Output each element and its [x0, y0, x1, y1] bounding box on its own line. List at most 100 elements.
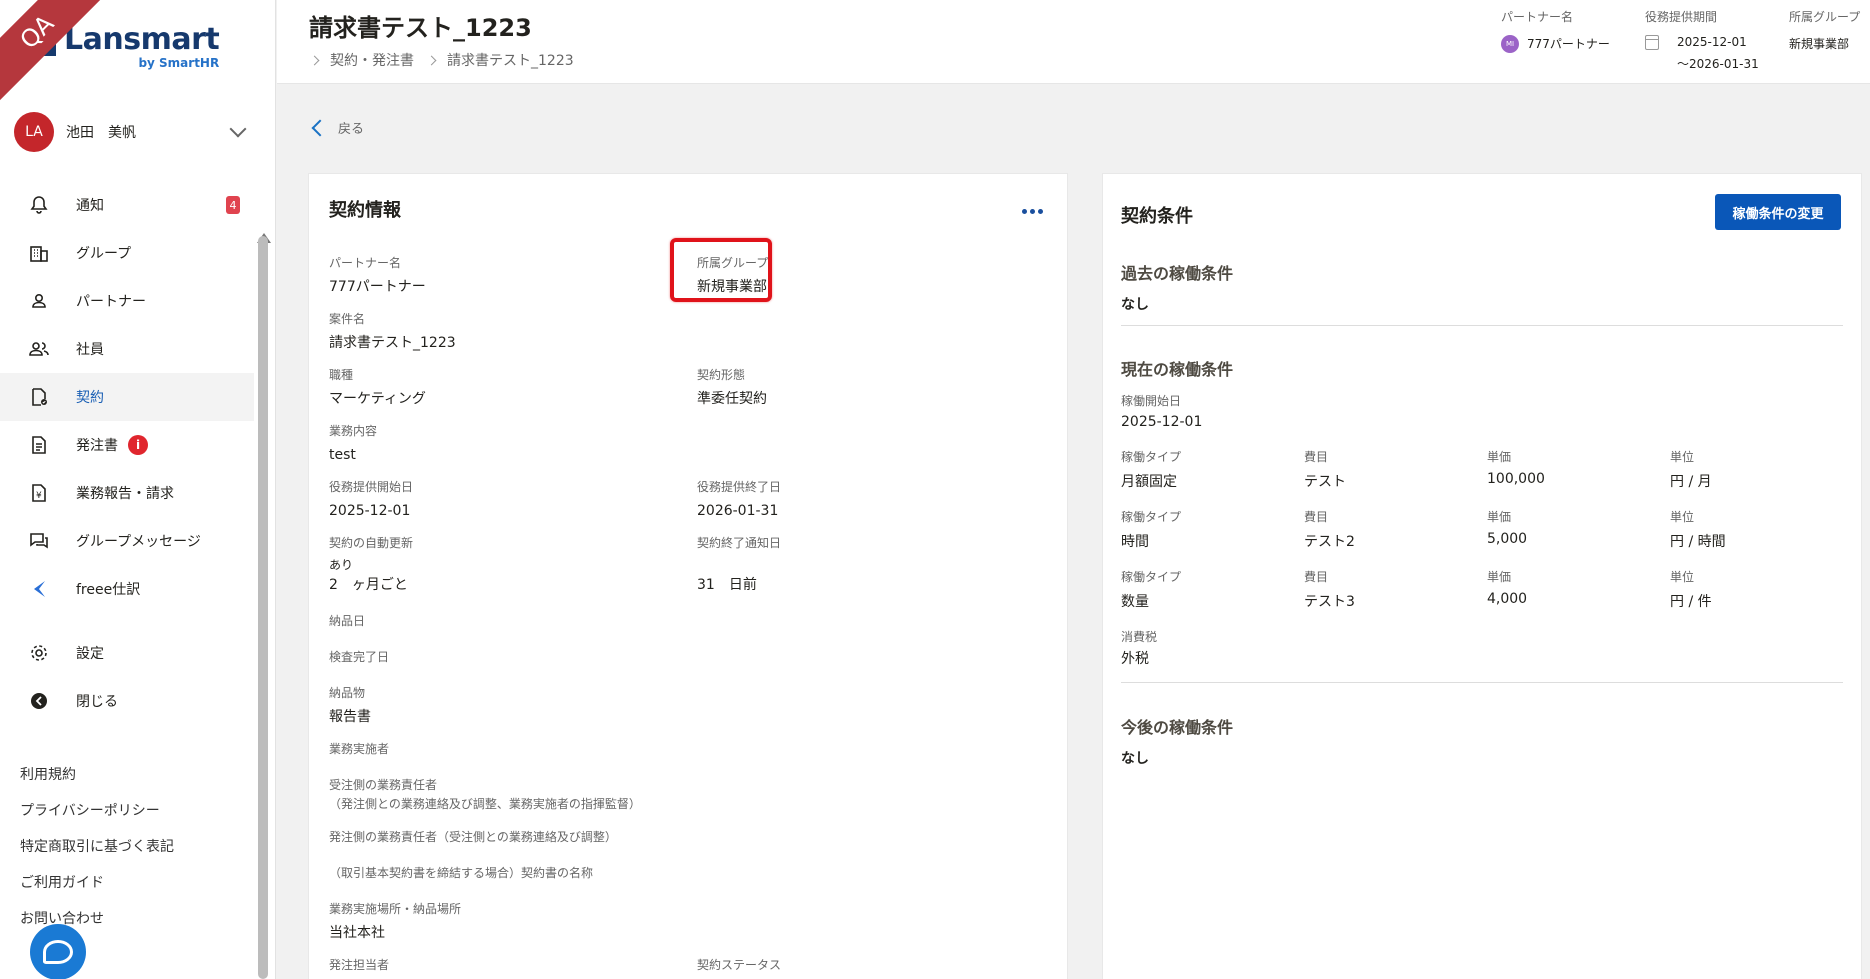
col-label-price: 単価 [1487, 510, 1512, 524]
header-group-value: 新規事業部 [1789, 37, 1850, 51]
footer-links: 利用規約 プライバシーポリシー 特定商取引に基づく表記 ご利用ガイド お問い合わ… [20, 762, 174, 942]
field-label: 職種 [329, 368, 354, 382]
field-value: 報告書 [329, 709, 371, 725]
header-group: 所属グループ 新規事業部 [1789, 8, 1860, 52]
field-label: 業務実施場所・納品場所 [329, 902, 462, 916]
info-alert-icon: i [128, 435, 148, 455]
contract-document-icon [28, 386, 50, 408]
col-label-price: 単価 [1487, 570, 1512, 584]
card-title: 契約条件 [1121, 206, 1193, 227]
gear-icon [28, 642, 50, 664]
field-label: 契約ステータス [697, 958, 782, 972]
footer-link-terms[interactable]: 利用規約 [20, 762, 174, 798]
more-options-icon[interactable] [1022, 209, 1043, 214]
field-label: 検査完了日 [329, 650, 390, 664]
sidebar-item-settings[interactable]: 設定 [0, 629, 254, 677]
header-period: 役務提供期間 2025-12-01 〜2026-01-31 [1645, 8, 1759, 72]
field-label: 発注担当者 [329, 958, 390, 972]
header-period-label: 役務提供期間 [1645, 10, 1718, 24]
col-label-item: 費目 [1304, 510, 1329, 524]
sidebar-item-groups[interactable]: グループ [0, 229, 254, 277]
field-partner-name: パートナー名 777パートナー [329, 254, 426, 295]
header-period-end: 〜2026-01-31 [1677, 57, 1759, 71]
breadcrumb: 契約・発注書 請求書テスト_1223 [309, 50, 588, 70]
col-label-type: 稼働タイプ [1121, 570, 1182, 584]
field-order-owner: 発注担当者 [329, 956, 389, 973]
row-type: 月額固定 [1121, 474, 1177, 490]
sidebar-item-contracts[interactable]: 契約 [0, 373, 254, 421]
footer-link-privacy[interactable]: プライバシーポリシー [20, 798, 174, 834]
user-name: 池田 美帆 [66, 125, 136, 141]
field-value-interval: 2 ヶ月ごと [329, 577, 408, 593]
field-label: 契約形態 [697, 368, 746, 382]
field-receiver-manager: 受注側の業務責任者 （発注側との業務連絡及び調整、業務実施者の指揮監督） [329, 776, 641, 812]
field-start-date: 役務提供開始日 2025-12-01 [329, 478, 413, 519]
header-partner-label: パートナー名 [1501, 10, 1574, 24]
start-label: 稼働開始日 [1121, 394, 1182, 408]
row-price: 4,000 [1487, 591, 1528, 607]
chevron-down-icon[interactable] [229, 120, 247, 138]
footer-link-guide[interactable]: ご利用ガイド [20, 870, 174, 906]
future-terms-title: 今後の稼働条件 [1121, 718, 1234, 737]
invoice-icon: ¥ [28, 482, 50, 504]
back-label: 戻る [338, 122, 365, 137]
footer-link-commerce[interactable]: 特定商取引に基づく表記 [20, 834, 174, 870]
header-partner-value[interactable]: 777パートナー [1527, 35, 1610, 52]
field-value: 準委任契約 [697, 391, 767, 407]
field-value: 2026-01-31 [697, 503, 779, 519]
header-group-label: 所属グループ [1789, 10, 1861, 24]
user-menu[interactable]: LA 池田 美帆 [14, 112, 254, 152]
field-contract-form: 契約形態 準委任契約 [697, 366, 767, 407]
sidebar-item-reports[interactable]: ¥ 業務報告・請求 [0, 469, 254, 517]
field-auto-renew: 契約の自動更新 あり 2 ヶ月ごと [329, 534, 413, 593]
field-work-place: 業務実施場所・納品場所 当社本社 [329, 900, 461, 941]
row-unit: 円 / 件 [1670, 594, 1712, 610]
current-terms-title: 現在の稼働条件 [1121, 360, 1234, 379]
field-label: 業務内容 [329, 424, 378, 438]
field-label: 納品物 [329, 686, 366, 700]
document-icon [28, 434, 50, 456]
sidebar-item-employees[interactable]: 社員 [0, 325, 254, 373]
sidebar-item-label: 通知 [76, 198, 104, 214]
chat-bubbles-icon [28, 530, 50, 552]
field-value: 31 日前 [697, 577, 757, 593]
field-deliverable: 納品物 報告書 [329, 684, 371, 725]
partner-avatar: MI [1501, 35, 1519, 53]
sidebar-item-freee[interactable]: freee仕訳 [0, 565, 254, 613]
field-label: 納品日 [329, 614, 366, 628]
sidebar-scrollbar[interactable] [258, 236, 268, 979]
field-value: 当社本社 [329, 925, 385, 941]
sidebar-item-group-messages[interactable]: グループメッセージ [0, 517, 254, 565]
col-label-item: 費目 [1304, 450, 1329, 464]
sidebar-item-label: 社員 [76, 342, 104, 358]
sidebar-item-partners[interactable]: パートナー [0, 277, 254, 325]
field-label: 案件名 [329, 312, 366, 326]
support-chat-button[interactable] [30, 924, 86, 979]
sidebar-nav: 通知 4 グループ パートナー 社員 契約 発注書 i ¥ 業務報告・請求 グル… [0, 181, 254, 725]
divider [1121, 325, 1843, 326]
back-link[interactable]: 戻る [310, 118, 364, 137]
chevron-right-icon [426, 55, 437, 65]
breadcrumb-item[interactable]: 請求書テスト_1223 [447, 50, 574, 70]
row-type: 数量 [1121, 594, 1149, 610]
field-value: あり [329, 558, 354, 572]
sidebar-item-label: 発注書 [76, 438, 118, 454]
field-value: test [329, 447, 356, 463]
breadcrumb-item[interactable]: 契約・発注書 [330, 50, 414, 70]
sidebar-item-orders[interactable]: 発注書 i [0, 421, 254, 469]
sidebar-item-label: グループメッセージ [76, 534, 201, 550]
field-label: 発注側の業務責任者（受注側との業務連絡及び調整） [329, 830, 617, 844]
sidebar-item-notifications[interactable]: 通知 4 [0, 181, 254, 229]
sidebar-item-label: グループ [76, 246, 132, 262]
change-terms-button[interactable]: 稼働条件の変更 [1715, 194, 1841, 230]
future-terms-value: なし [1121, 751, 1149, 767]
field-value: 2025-12-01 [329, 503, 411, 519]
field-label: （取引基本契約書を締結する場合）契約書の名称 [329, 866, 594, 880]
col-label-price: 単価 [1487, 450, 1512, 464]
field-label: 役務提供開始日 [329, 480, 414, 494]
field-value: 777パートナー [329, 279, 426, 295]
col-label-type: 稼働タイプ [1121, 510, 1182, 524]
sidebar-item-close[interactable]: 閉じる [0, 677, 254, 725]
freee-logo-icon [28, 578, 50, 600]
row-item: テスト2 [1304, 534, 1355, 550]
